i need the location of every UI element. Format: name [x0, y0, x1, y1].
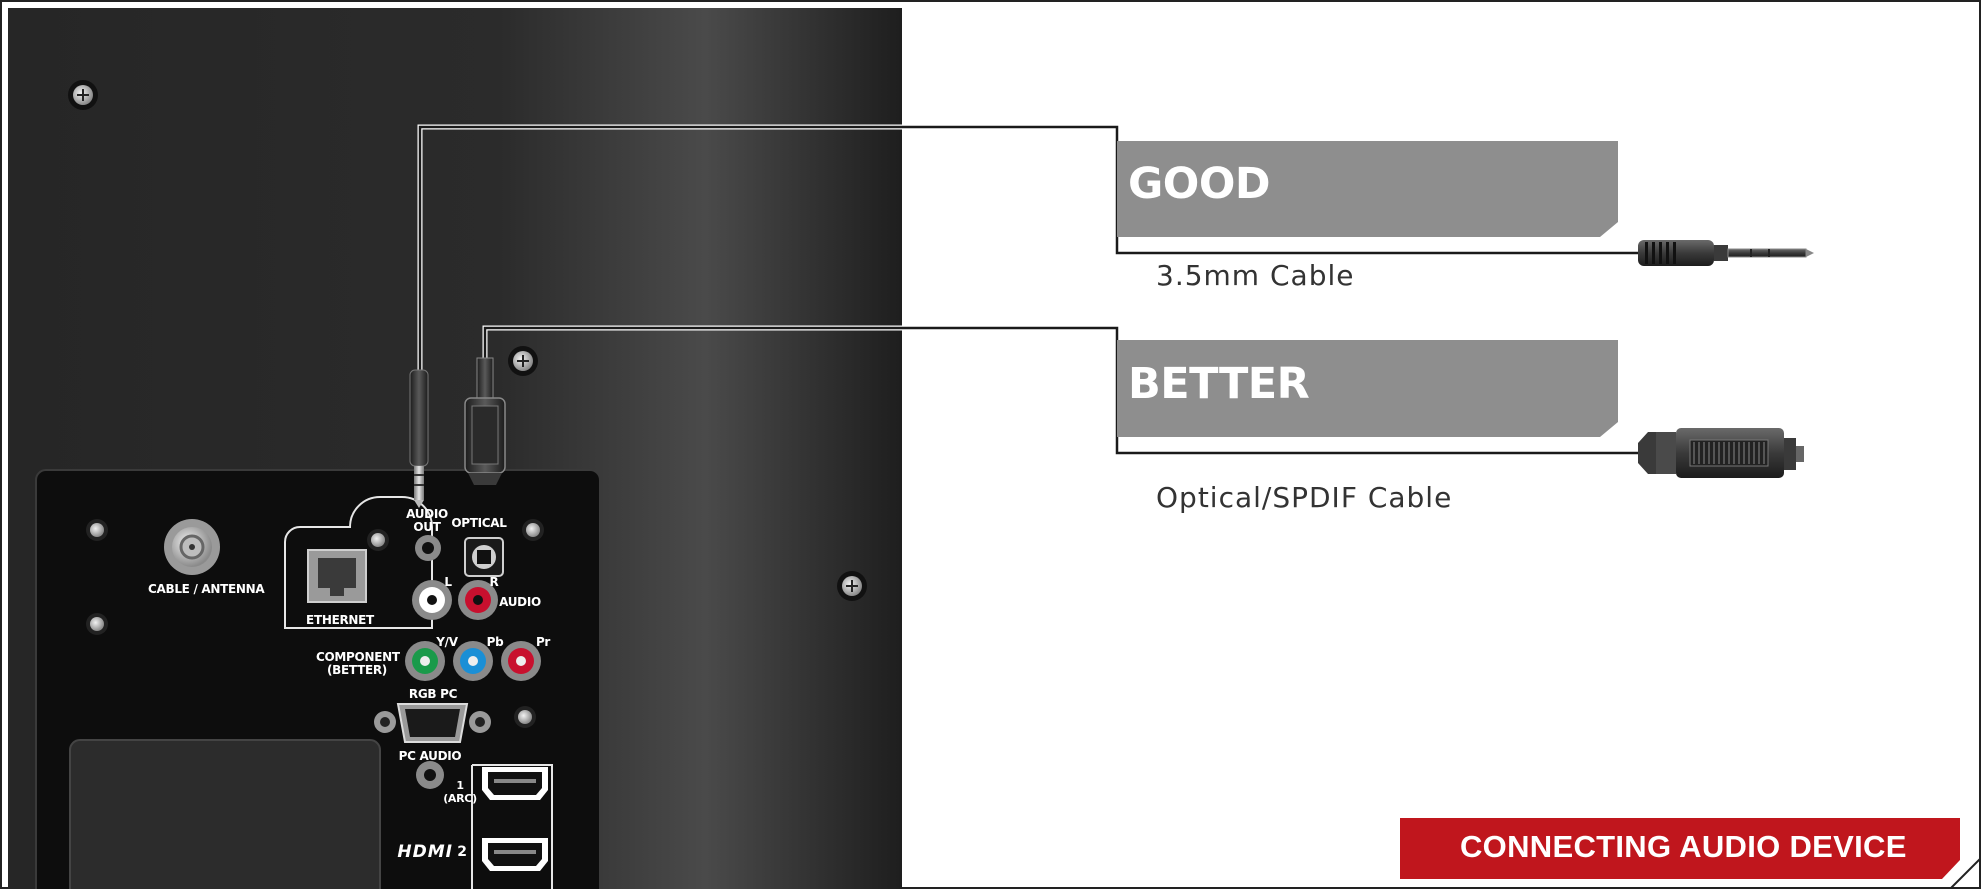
screw-icon	[68, 80, 98, 110]
audio-left-label: L	[444, 575, 452, 589]
ethernet-port	[307, 549, 367, 603]
screw-icon	[837, 571, 867, 601]
component-label: COMPONENT (BETTER)	[316, 650, 400, 677]
pc-audio-label: PC AUDIO	[398, 749, 462, 763]
hdmi-port-1	[482, 767, 548, 800]
screw-icon	[522, 519, 544, 541]
cable-3-5mm-label: 3.5mm Cable	[1156, 259, 1355, 292]
audio-out-jack	[415, 535, 441, 561]
hdmi-1-label: 1 (ARC)	[443, 779, 477, 805]
cable-optical-label: Optical/SPDIF Cable	[1156, 481, 1453, 514]
footer-title: CONNECTING AUDIO DEVICE	[1460, 829, 1907, 864]
screw-icon	[514, 706, 536, 728]
component-pr-label: Pr	[535, 635, 551, 649]
hdmi-port-2	[482, 838, 548, 871]
audio-label: AUDIO	[499, 595, 541, 609]
component-pb-label: Pb	[486, 635, 504, 649]
hdmi-2-label: 2	[457, 844, 467, 860]
coax-port	[164, 519, 220, 575]
rgb-pc-label: RGB PC	[408, 687, 458, 701]
component-yv-label: Y/V	[436, 635, 458, 649]
screw-icon	[508, 346, 538, 376]
plug-optical-icon	[1638, 428, 1804, 478]
panel-blank-cover	[69, 739, 381, 889]
tv-connection-diagram	[0, 0, 1981, 889]
ethernet-label: ETHERNET	[306, 613, 374, 627]
optical-label: OPTICAL	[451, 516, 507, 530]
screw-icon	[86, 519, 108, 541]
hdmi-logo: HDMI	[397, 842, 453, 862]
screw-icon	[367, 529, 389, 551]
optical-port	[464, 537, 504, 577]
better-label: BETTER	[1128, 359, 1310, 409]
good-label: GOOD	[1128, 159, 1271, 209]
screw-icon	[86, 613, 108, 635]
audio-right-label: R	[489, 575, 499, 589]
cable-antenna-label: CABLE / ANTENNA	[148, 582, 265, 596]
